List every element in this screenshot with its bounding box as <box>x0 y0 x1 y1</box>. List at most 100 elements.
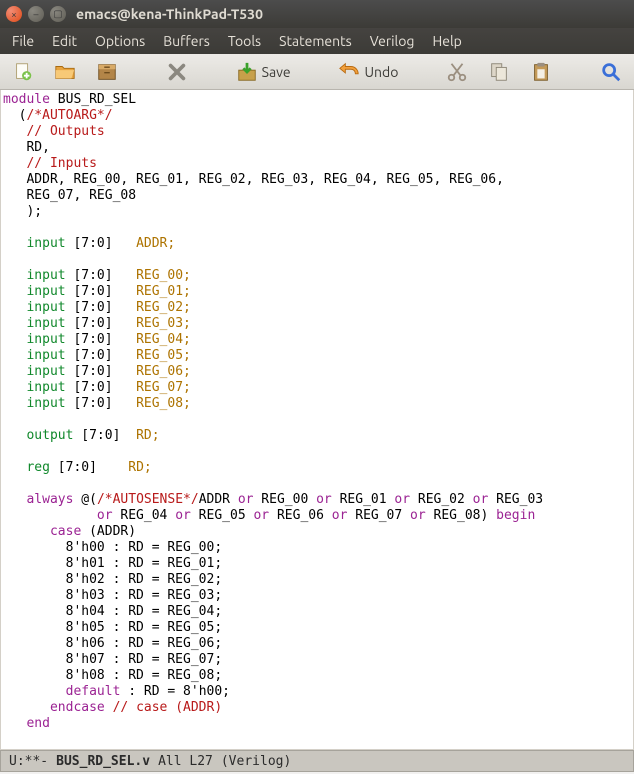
editor-area[interactable]: module BUS_RD_SEL (/*AUTOARG*/ // Output… <box>0 90 634 750</box>
port-rd: RD, <box>3 140 50 155</box>
kw-begin: begin <box>496 508 535 523</box>
indent <box>3 508 97 523</box>
indent <box>3 700 50 715</box>
kw-input: input <box>26 380 65 395</box>
indent <box>3 316 26 331</box>
sig-addr: ADDR; <box>136 236 175 251</box>
modeline-mode: (Verilog) <box>217 754 295 769</box>
sig-reg03: REG_03; <box>136 316 191 331</box>
sense: REG_00 <box>253 492 316 507</box>
kw-input: input <box>26 348 65 363</box>
kw-input: input <box>26 236 65 251</box>
undo-icon <box>338 61 360 83</box>
undo-label: Undo <box>364 64 398 80</box>
open-folder-icon <box>54 61 76 83</box>
inputs-comment: // Inputs <box>3 156 97 171</box>
kw-input: input <box>26 332 65 347</box>
tool-bar: Save Undo <box>0 54 634 90</box>
autosense: /*AUTOSENSE*/ <box>97 492 199 507</box>
menu-verilog[interactable]: Verilog <box>362 30 423 52</box>
case-6: 8'h06 : RD = REG_06; <box>3 636 222 651</box>
kw-input: input <box>26 316 65 331</box>
window-controls: × – ▢ <box>6 6 66 22</box>
kw-or: or <box>97 508 113 523</box>
case-5: 8'h05 : RD = REG_05; <box>3 620 222 635</box>
sense: REG_07 <box>347 508 410 523</box>
window-title: emacs@kena-ThinkPad-T530 <box>76 6 263 22</box>
kw-or: or <box>238 492 254 507</box>
port-list-2: REG_07, REG_08 <box>3 188 136 203</box>
range: [7:0] <box>66 236 136 251</box>
dired-button[interactable] <box>94 59 120 85</box>
kill-buffer-button[interactable] <box>164 59 190 85</box>
new-file-button[interactable] <box>10 59 36 85</box>
case-4: 8'h04 : RD = REG_04; <box>3 604 222 619</box>
range: [7:0] <box>66 284 136 299</box>
indent <box>3 284 26 299</box>
clipboard-icon <box>530 61 552 83</box>
kw-output: output <box>26 428 73 443</box>
save-button[interactable]: Save <box>234 59 293 85</box>
search-button[interactable] <box>598 59 624 85</box>
kw-or: or <box>332 508 348 523</box>
menu-tools[interactable]: Tools <box>220 30 269 52</box>
case-1: 8'h01 : RD = REG_01; <box>3 556 222 571</box>
case-7: 8'h07 : RD = REG_07; <box>3 652 222 667</box>
save-label: Save <box>262 64 291 80</box>
indent <box>3 524 50 539</box>
sig-reg07: REG_07; <box>136 380 191 395</box>
kw-or: or <box>175 508 191 523</box>
sig-reg02: REG_02; <box>136 300 191 315</box>
modeline-position: All L27 <box>154 754 217 769</box>
cut-button[interactable] <box>444 59 470 85</box>
indent <box>3 684 66 699</box>
case-0: 8'h00 : RD = REG_00; <box>3 540 222 555</box>
menu-buffers[interactable]: Buffers <box>155 30 218 52</box>
menu-options[interactable]: Options <box>87 30 153 52</box>
kw-case: case <box>50 524 81 539</box>
menu-file[interactable]: File <box>4 30 42 52</box>
module-name: BUS_RD_SEL <box>50 92 136 107</box>
copy-button[interactable] <box>486 59 512 85</box>
sense: REG_04 <box>113 508 176 523</box>
range: [7:0] <box>66 268 136 283</box>
minimize-icon[interactable]: – <box>28 6 44 22</box>
at: @( <box>73 492 96 507</box>
mode-line[interactable]: U:**- BUS_RD_SEL.v All L27 (Verilog) <box>0 750 634 772</box>
close-icon[interactable]: × <box>6 6 22 22</box>
indent <box>3 268 26 283</box>
paste-button[interactable] <box>528 59 554 85</box>
sig-rd: RD; <box>128 460 151 475</box>
range: [7:0] <box>66 380 136 395</box>
case-8: 8'h08 : RD = REG_08; <box>3 668 222 683</box>
menu-statements[interactable]: Statements <box>271 30 360 52</box>
close-paren: ); <box>3 204 42 219</box>
indent <box>3 300 26 315</box>
indent <box>3 492 26 507</box>
indent <box>3 332 26 347</box>
kw-endcase: endcase <box>50 700 105 715</box>
sig-reg04: REG_04; <box>136 332 191 347</box>
case-2: 8'h02 : RD = REG_02; <box>3 572 222 587</box>
sense: REG_02 <box>410 492 473 507</box>
menu-edit[interactable]: Edit <box>44 30 85 52</box>
kw-end: end <box>26 716 49 731</box>
range: [7:0] <box>66 300 136 315</box>
undo-button[interactable]: Undo <box>336 59 400 85</box>
sense: REG_06 <box>269 508 332 523</box>
range: [7:0] <box>66 348 136 363</box>
kw-input: input <box>26 284 65 299</box>
indent <box>3 348 26 363</box>
sense: REG_03 <box>488 492 543 507</box>
case-3: 8'h03 : RD = REG_03; <box>3 588 222 603</box>
indent <box>3 716 26 731</box>
indent <box>3 428 26 443</box>
maximize-icon[interactable]: ▢ <box>50 6 66 22</box>
range: [7:0] <box>50 460 128 475</box>
menu-help[interactable]: Help <box>424 30 469 52</box>
kw-module: module <box>3 92 50 107</box>
sig-reg05: REG_05; <box>136 348 191 363</box>
save-icon <box>236 61 258 83</box>
case-expr: (ADDR) <box>81 524 136 539</box>
open-file-button[interactable] <box>52 59 78 85</box>
